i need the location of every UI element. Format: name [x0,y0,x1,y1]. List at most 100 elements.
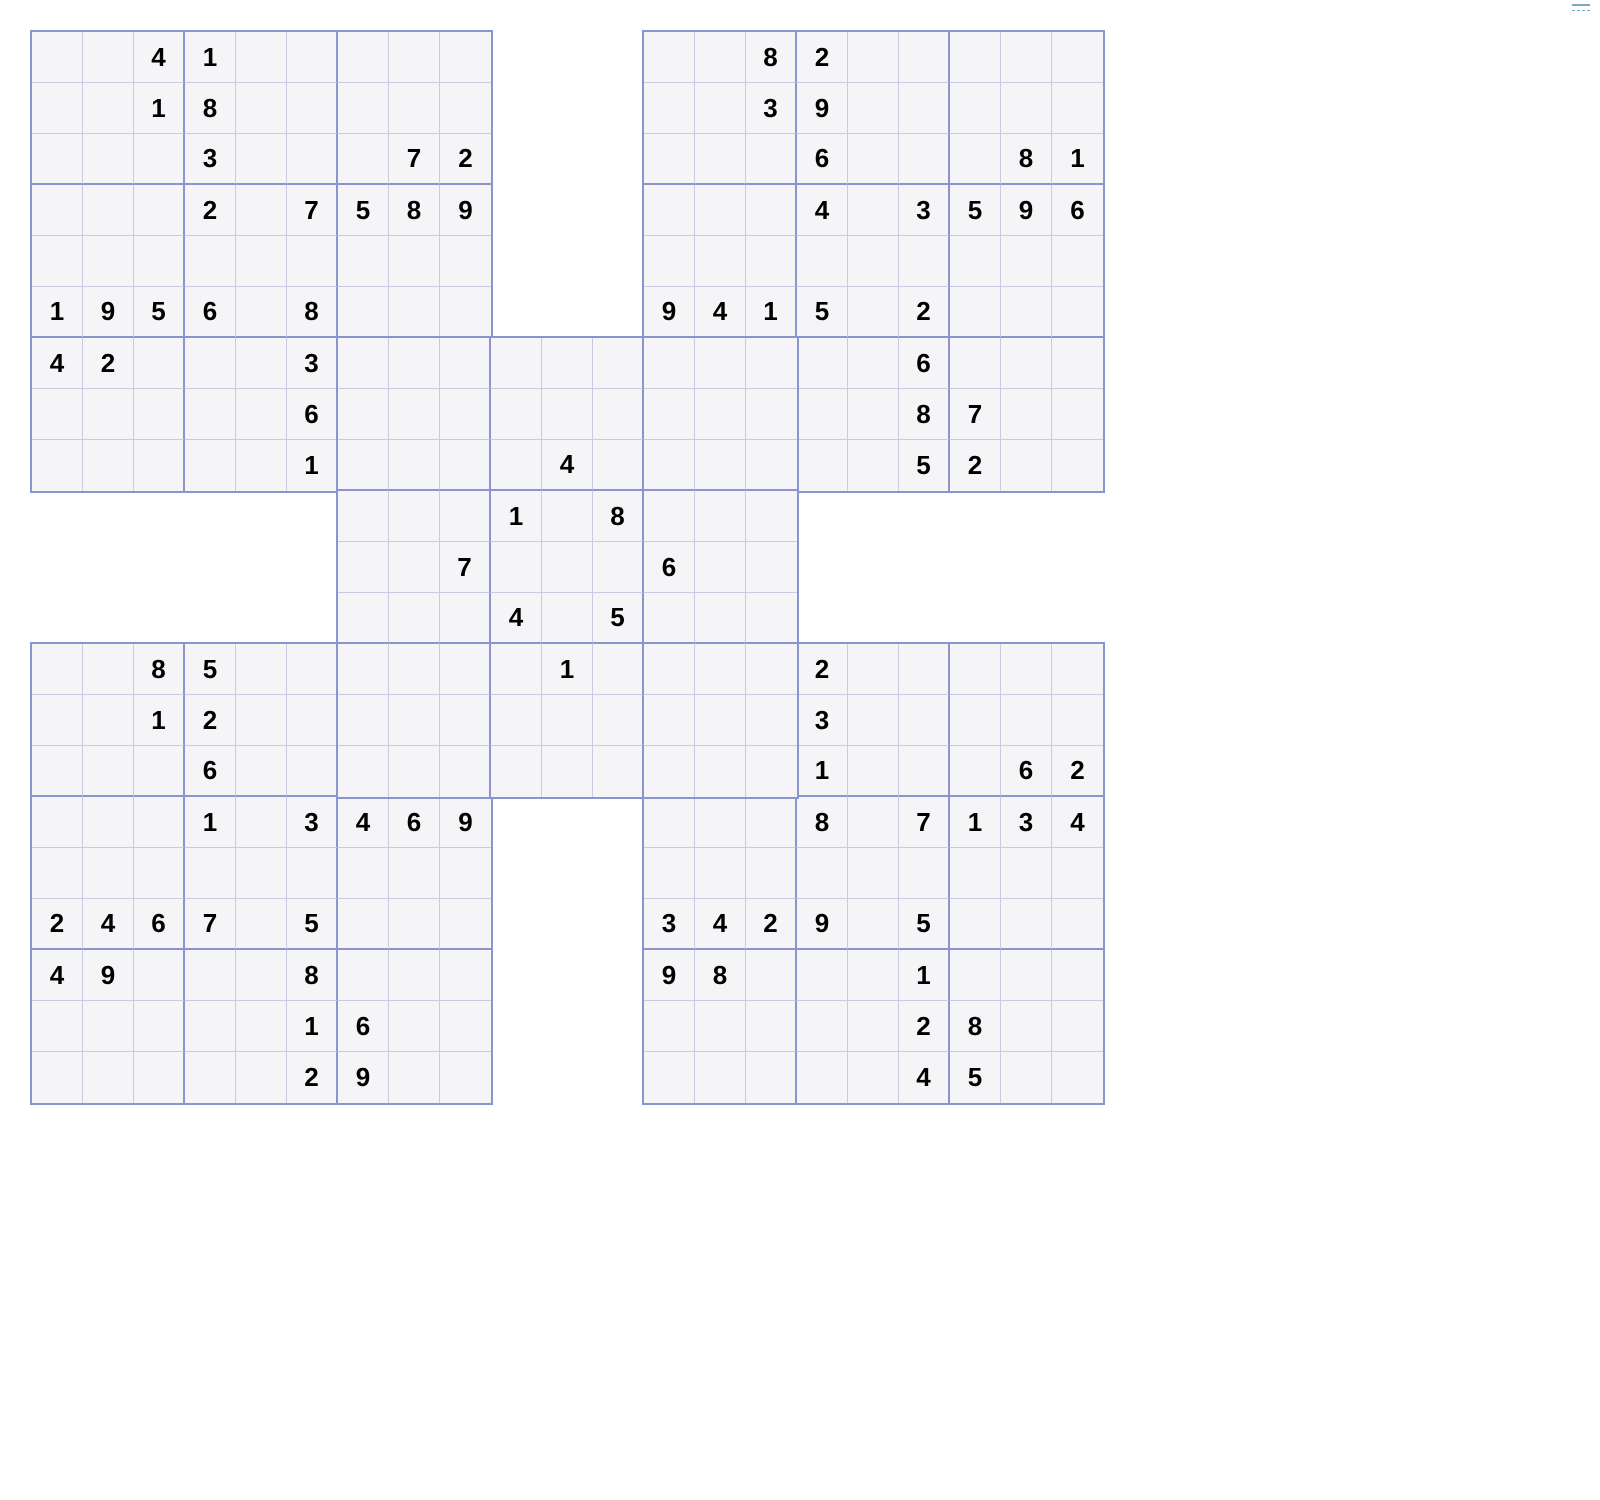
sudoku-cell[interactable]: 5 [950,1052,1001,1103]
sudoku-cell[interactable] [440,338,491,389]
sudoku-cell[interactable] [797,338,848,389]
sudoku-cell[interactable]: 1 [950,797,1001,848]
sudoku-cell[interactable] [797,950,848,1001]
sudoku-cell[interactable]: 8 [185,83,236,134]
sudoku-cell[interactable] [32,236,83,287]
sudoku-cell[interactable]: 2 [899,1001,950,1052]
sudoku-cell[interactable] [950,746,1001,797]
sudoku-cell[interactable] [899,695,950,746]
sudoku-cell[interactable] [1001,848,1052,899]
sudoku-cell[interactable] [644,746,695,797]
sudoku-cell[interactable] [644,32,695,83]
sudoku-cell[interactable]: 6 [134,899,185,950]
sudoku-cell[interactable]: 4 [1052,797,1103,848]
sudoku-cell[interactable] [134,440,185,491]
sudoku-cell[interactable]: 1 [491,491,542,542]
sudoku-cell[interactable] [797,389,848,440]
sudoku-cell[interactable] [185,1001,236,1052]
sudoku-cell[interactable] [185,950,236,1001]
sudoku-cell[interactable] [491,695,542,746]
sudoku-cell[interactable] [236,644,287,695]
sudoku-cell[interactable] [746,1052,797,1103]
sudoku-cell[interactable]: 9 [797,899,848,950]
sudoku-cell[interactable]: 5 [797,287,848,338]
sudoku-cell[interactable] [746,593,797,644]
sudoku-cell[interactable] [593,338,644,389]
sudoku-cell[interactable] [644,491,695,542]
sudoku-cell[interactable] [644,695,695,746]
sudoku-cell[interactable] [338,848,389,899]
sudoku-cell[interactable] [83,32,134,83]
sudoku-cell[interactable] [440,287,491,338]
sudoku-cell[interactable] [746,950,797,1001]
sudoku-cell[interactable] [899,644,950,695]
sudoku-cell[interactable]: 2 [83,338,134,389]
sudoku-cell[interactable] [440,1001,491,1052]
sudoku-cell[interactable] [338,389,389,440]
sudoku-cell[interactable] [746,338,797,389]
sudoku-cell[interactable]: 6 [389,797,440,848]
sudoku-cell[interactable]: 5 [185,644,236,695]
sudoku-cell[interactable] [134,1001,185,1052]
sudoku-cell[interactable] [440,32,491,83]
sudoku-cell[interactable]: 5 [950,185,1001,236]
sudoku-cell[interactable] [32,797,83,848]
sudoku-cell[interactable] [1001,644,1052,695]
sudoku-cell[interactable]: 5 [134,287,185,338]
sudoku-cell[interactable] [440,593,491,644]
sudoku-cell[interactable] [83,644,134,695]
sudoku-cell[interactable]: 2 [32,899,83,950]
sudoku-cell[interactable] [338,134,389,185]
sudoku-cell[interactable] [848,32,899,83]
sudoku-cell[interactable] [644,1052,695,1103]
sudoku-cell[interactable] [746,644,797,695]
sudoku-cell[interactable] [32,83,83,134]
sudoku-cell[interactable] [236,746,287,797]
sudoku-cell[interactable] [389,287,440,338]
sudoku-cell[interactable]: 9 [644,287,695,338]
sudoku-cell[interactable] [389,32,440,83]
sudoku-cell[interactable] [83,185,134,236]
sudoku-cell[interactable]: 4 [491,593,542,644]
sudoku-cell[interactable]: 4 [899,1052,950,1103]
sudoku-cell[interactable] [746,1001,797,1052]
sudoku-cell[interactable] [134,746,185,797]
sudoku-cell[interactable] [338,542,389,593]
sudoku-cell[interactable]: 5 [593,593,644,644]
sudoku-cell[interactable] [32,389,83,440]
sudoku-cell[interactable]: 6 [185,287,236,338]
sudoku-cell[interactable]: 9 [1001,185,1052,236]
sudoku-cell[interactable] [746,389,797,440]
sudoku-cell[interactable]: 6 [185,746,236,797]
sudoku-cell[interactable] [848,134,899,185]
sudoku-cell[interactable] [695,185,746,236]
sudoku-cell[interactable] [389,1001,440,1052]
sudoku-cell[interactable] [491,644,542,695]
sudoku-cell[interactable] [746,185,797,236]
sudoku-cell[interactable]: 1 [287,440,338,491]
sudoku-cell[interactable] [848,1001,899,1052]
sudoku-cell[interactable] [32,185,83,236]
sudoku-cell[interactable] [950,899,1001,950]
sudoku-cell[interactable] [746,134,797,185]
sudoku-cell[interactable] [83,1001,134,1052]
sudoku-cell[interactable]: 7 [950,389,1001,440]
sudoku-cell[interactable]: 2 [440,134,491,185]
sudoku-cell[interactable] [440,389,491,440]
sudoku-cell[interactable] [797,440,848,491]
sudoku-cell[interactable] [593,542,644,593]
sudoku-cell[interactable] [695,338,746,389]
sudoku-cell[interactable]: 6 [797,134,848,185]
sudoku-cell[interactable] [389,236,440,287]
sudoku-cell[interactable] [389,1052,440,1103]
sudoku-cell[interactable] [338,695,389,746]
sudoku-cell[interactable] [491,389,542,440]
sudoku-cell[interactable] [83,746,134,797]
sudoku-cell[interactable] [32,848,83,899]
sudoku-cell[interactable]: 2 [797,644,848,695]
sudoku-cell[interactable] [440,899,491,950]
sudoku-cell[interactable] [440,440,491,491]
sudoku-cell[interactable]: 1 [134,695,185,746]
sudoku-cell[interactable] [440,491,491,542]
sudoku-cell[interactable] [338,746,389,797]
